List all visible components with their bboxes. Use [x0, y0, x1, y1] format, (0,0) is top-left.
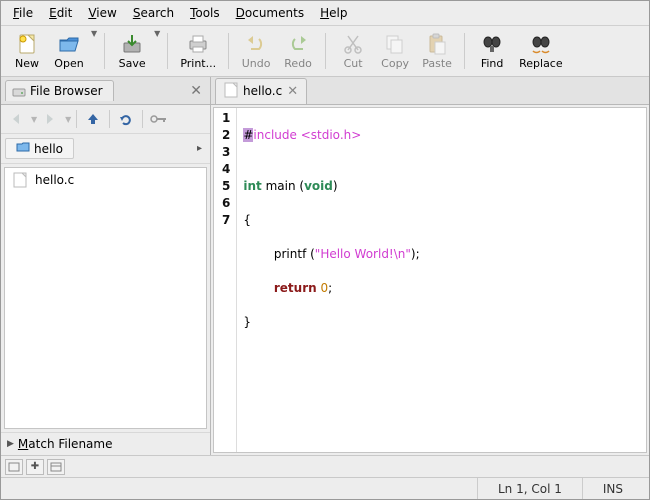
toolbar-separator [325, 33, 326, 69]
file-item[interactable]: hello.c [5, 168, 206, 192]
editor-pane: hello.c ✕ 1 2 3 4 5 6 7 #include <stdio.… [211, 77, 649, 455]
bottom-panel-button-3[interactable] [47, 459, 65, 475]
toolbar-separator [464, 33, 465, 69]
menu-view[interactable]: View [80, 3, 124, 23]
folder-icon [16, 141, 30, 156]
code-content[interactable]: #include <stdio.h> int main (void) { pri… [237, 108, 425, 452]
open-dropdown-icon[interactable]: ▼ [91, 29, 97, 38]
path-segment-hello[interactable]: hello [5, 138, 74, 159]
path-segment-label: hello [34, 142, 63, 156]
paste-button[interactable]: Paste [417, 29, 457, 73]
nav-back-dropdown-icon[interactable]: ▼ [31, 115, 37, 124]
find-icon [480, 32, 504, 56]
file-browser-nav: ▼ ▼ [1, 105, 210, 134]
file-browser-tab-label: File Browser [30, 84, 103, 98]
save-dropdown-icon[interactable]: ▼ [154, 29, 160, 38]
file-name: hello.c [35, 173, 74, 187]
nav-refresh-button[interactable] [115, 108, 137, 130]
bottom-panel-button-2[interactable]: ✚ [26, 459, 44, 475]
nav-forward-dropdown-icon[interactable]: ▼ [65, 115, 71, 124]
toolbar-separator [104, 33, 105, 69]
menu-file[interactable]: File [5, 3, 41, 23]
new-label: New [15, 57, 39, 70]
side-panel-close-icon[interactable]: ✕ [186, 83, 206, 99]
paste-label: Paste [422, 57, 452, 70]
replace-icon [529, 32, 553, 56]
copy-button[interactable]: Copy [375, 29, 415, 73]
save-icon [120, 32, 144, 56]
cut-button[interactable]: Cut [333, 29, 373, 73]
undo-button[interactable]: Undo [236, 29, 276, 73]
bottom-panel-button-1[interactable] [5, 459, 23, 475]
find-label: Find [481, 57, 504, 70]
menu-bar: File Edit View Search Tools Documents He… [1, 1, 649, 26]
main-split: File Browser ✕ ▼ ▼ hello ▸ [1, 77, 649, 455]
menu-tools[interactable]: Tools [182, 3, 228, 23]
menu-help[interactable]: Help [312, 3, 355, 23]
path-overflow-icon[interactable]: ▸ [197, 143, 206, 154]
menu-documents[interactable]: Documents [228, 3, 312, 23]
toolbar-separator [228, 33, 229, 69]
status-insert-mode[interactable]: INS [582, 478, 643, 499]
document-tab-hello-c[interactable]: hello.c ✕ [215, 78, 307, 104]
document-tabs: hello.c ✕ [211, 77, 649, 105]
open-button[interactable]: Open [49, 29, 89, 73]
menu-edit[interactable]: Edit [41, 3, 80, 23]
status-position: Ln 1, Col 1 [477, 478, 582, 499]
match-filename-label: Match Filename [18, 437, 113, 451]
file-tree[interactable]: hello.c [4, 167, 207, 429]
toolbar: New Open ▼ Save ▼ Print... Undo [1, 26, 649, 77]
print-button[interactable]: Print... [175, 29, 221, 73]
menu-search[interactable]: Search [125, 3, 182, 23]
file-icon [13, 172, 29, 188]
save-label: Save [119, 57, 146, 70]
nav-up-button[interactable] [82, 108, 104, 130]
nav-back-button[interactable] [5, 108, 27, 130]
new-button[interactable]: New [7, 29, 47, 73]
side-panel: File Browser ✕ ▼ ▼ hello ▸ [1, 77, 211, 455]
nav-separator [142, 110, 143, 128]
replace-button[interactable]: Replace [514, 29, 568, 73]
undo-label: Undo [242, 57, 271, 70]
toolbar-separator [167, 33, 168, 69]
file-browser-tab[interactable]: File Browser [5, 80, 114, 101]
redo-button[interactable]: Redo [278, 29, 318, 73]
save-button[interactable]: Save [112, 29, 152, 73]
copy-icon [383, 32, 407, 56]
nav-separator [109, 110, 110, 128]
nav-forward-button[interactable] [39, 108, 61, 130]
text-cursor: # [243, 128, 253, 142]
find-button[interactable]: Find [472, 29, 512, 73]
line-number-gutter: 1 2 3 4 5 6 7 [214, 108, 237, 452]
file-icon [224, 82, 238, 101]
paste-icon [425, 32, 449, 56]
path-bar: hello ▸ [1, 134, 210, 164]
expand-triangle-icon: ▶ [7, 439, 14, 449]
undo-icon [244, 32, 268, 56]
replace-label: Replace [519, 57, 563, 70]
drive-icon [12, 84, 26, 98]
open-folder-icon [57, 32, 81, 56]
match-filename-row[interactable]: ▶ Match Filename [1, 432, 210, 455]
document-tab-close-icon[interactable]: ✕ [287, 84, 298, 99]
nav-key-button[interactable] [148, 108, 170, 130]
open-label: Open [54, 57, 83, 70]
new-file-icon [15, 32, 39, 56]
side-panel-tabs: File Browser ✕ [1, 77, 210, 105]
bottom-panel-switcher: ✚ [1, 455, 649, 477]
code-editor[interactable]: 1 2 3 4 5 6 7 #include <stdio.h> int mai… [213, 107, 647, 453]
print-icon [186, 32, 210, 56]
nav-separator [76, 110, 77, 128]
redo-icon [286, 32, 310, 56]
status-bar: Ln 1, Col 1 INS [1, 477, 649, 499]
print-label: Print... [180, 57, 216, 70]
copy-label: Copy [381, 57, 409, 70]
redo-label: Redo [284, 57, 312, 70]
cut-icon [341, 32, 365, 56]
document-tab-label: hello.c [243, 84, 282, 98]
cut-label: Cut [344, 57, 363, 70]
